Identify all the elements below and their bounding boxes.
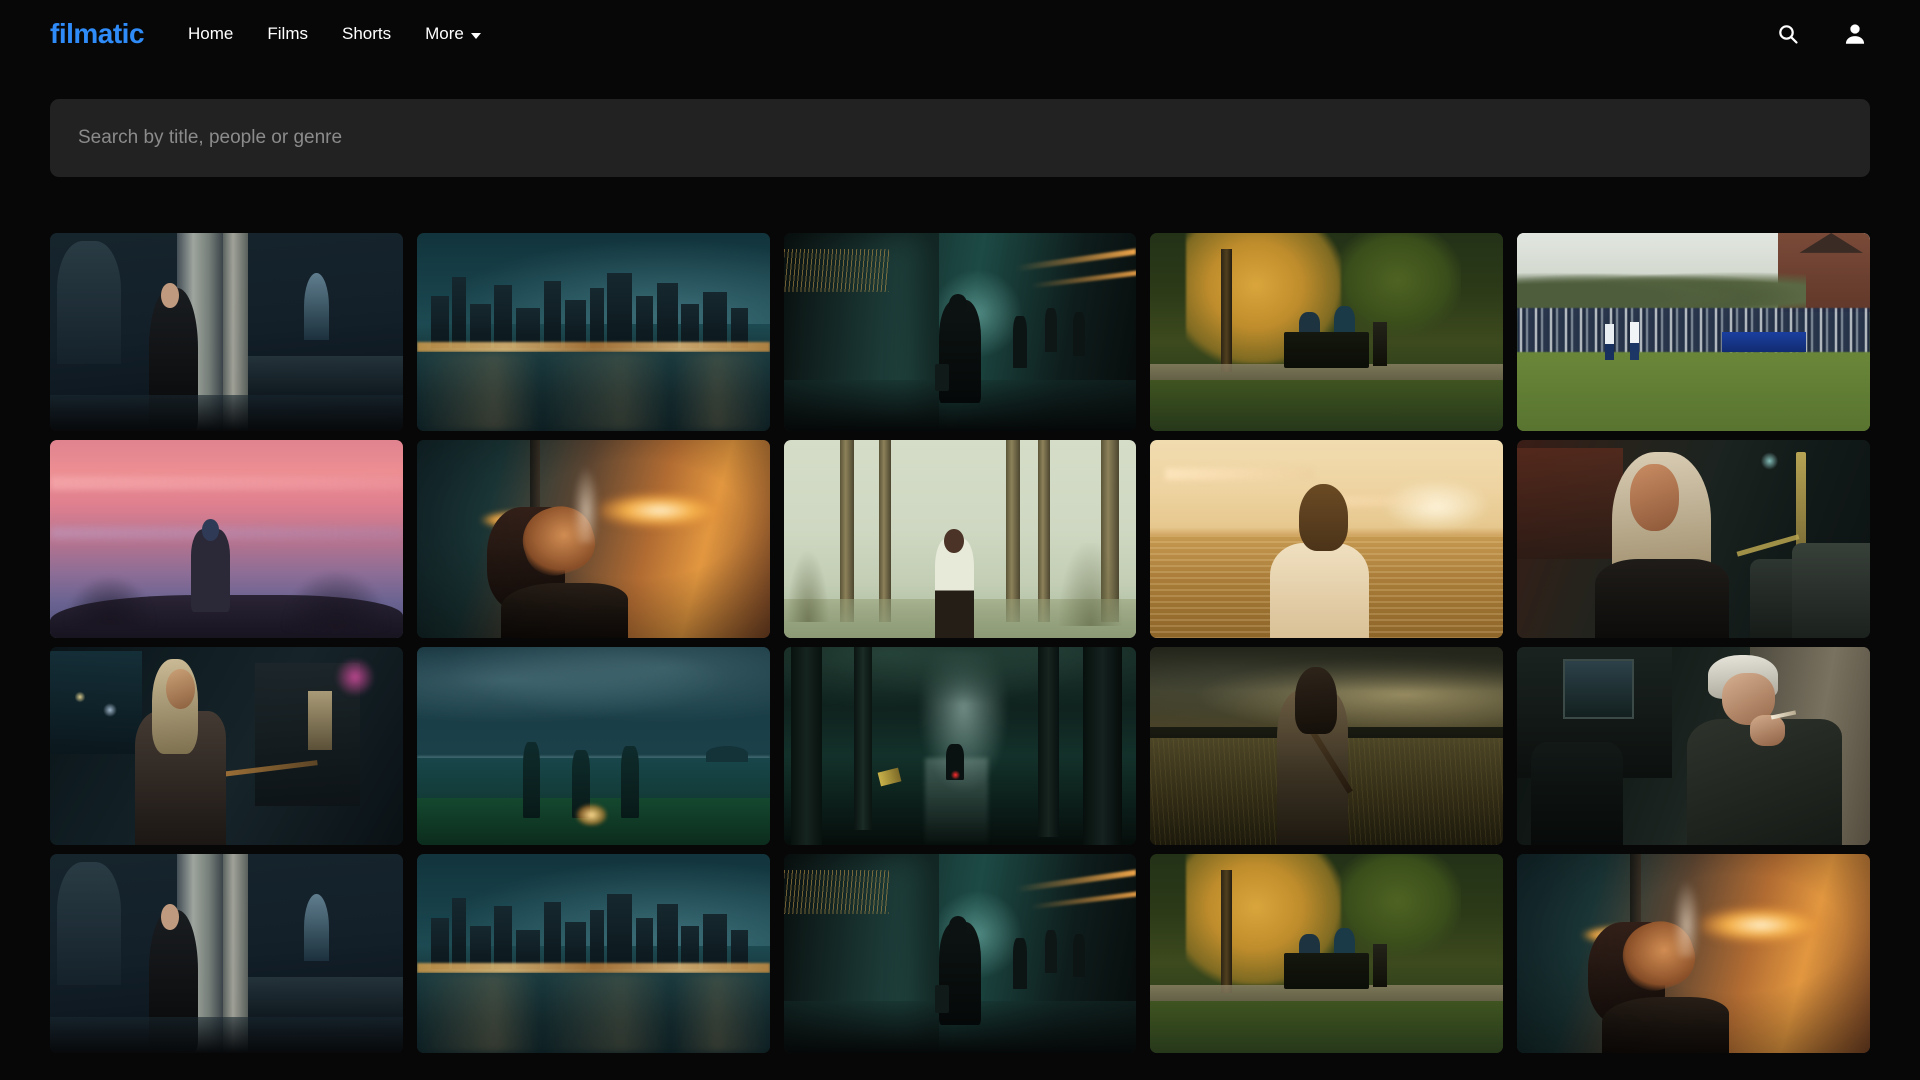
film-thumbnail-image <box>50 233 403 432</box>
film-thumbnail-image <box>416 233 770 432</box>
film-card[interactable] <box>1517 647 1870 846</box>
film-card[interactable] <box>50 440 403 639</box>
film-thumbnail-image <box>416 647 770 846</box>
account-icon-button[interactable] <box>1842 21 1868 47</box>
film-card[interactable] <box>783 647 1137 846</box>
search-icon-button[interactable] <box>1776 22 1800 46</box>
film-thumbnail-image <box>416 854 770 1053</box>
film-card[interactable] <box>416 233 770 432</box>
brand-logo[interactable]: filmatic <box>50 18 145 50</box>
film-thumbnail-image <box>1150 233 1504 432</box>
film-card[interactable] <box>50 647 403 846</box>
nav-link-home[interactable]: Home <box>188 24 233 44</box>
film-thumbnail-image <box>1517 854 1870 1053</box>
primary-nav: Home Films Shorts More <box>188 24 481 44</box>
film-card[interactable] <box>1150 854 1504 1053</box>
nav-link-shorts[interactable]: Shorts <box>342 24 391 44</box>
film-thumbnail-image <box>1150 440 1504 639</box>
film-card[interactable] <box>416 854 770 1053</box>
search-section <box>0 68 1920 177</box>
film-thumbnail-image <box>783 854 1137 1053</box>
film-card[interactable] <box>1517 854 1870 1053</box>
nav-actions <box>1776 21 1880 47</box>
film-thumbnail-image <box>1150 854 1504 1053</box>
film-thumbnail-image <box>416 440 770 639</box>
film-thumbnail-image <box>1517 440 1870 639</box>
film-card[interactable] <box>783 854 1137 1053</box>
film-thumbnail-image <box>783 233 1137 432</box>
search-icon <box>1776 22 1800 46</box>
nav-link-shorts-label: Shorts <box>342 24 392 43</box>
film-card[interactable] <box>783 440 1137 639</box>
nav-link-more-label: More <box>425 24 464 43</box>
chevron-down-icon <box>470 32 481 39</box>
film-thumbnail-image <box>1517 233 1870 432</box>
film-thumbnail-image <box>50 854 403 1053</box>
account-icon <box>1842 21 1868 47</box>
film-card[interactable] <box>1150 647 1504 846</box>
film-card[interactable] <box>783 233 1137 432</box>
film-thumbnail-image <box>1150 647 1504 846</box>
film-card[interactable] <box>416 440 770 639</box>
film-card[interactable] <box>50 233 403 432</box>
search-input[interactable] <box>50 99 1870 177</box>
film-thumbnail-grid <box>0 233 1920 1053</box>
film-thumbnail-image <box>1517 647 1870 846</box>
film-card[interactable] <box>1517 233 1870 432</box>
film-card[interactable] <box>1150 440 1504 639</box>
nav-link-films-label: Films <box>267 24 308 43</box>
nav-link-home-label: Home <box>188 24 234 43</box>
film-card[interactable] <box>1517 440 1870 639</box>
nav-link-films[interactable]: Films <box>267 24 308 44</box>
film-card[interactable] <box>50 854 403 1053</box>
film-thumbnail-image <box>783 647 1137 846</box>
film-thumbnail-image <box>50 440 403 639</box>
film-card[interactable] <box>1150 233 1504 432</box>
top-navigation-bar: filmatic Home Films Shorts More <box>0 0 1920 68</box>
film-thumbnail-image <box>783 440 1137 639</box>
film-thumbnail-image <box>50 647 403 846</box>
film-card[interactable] <box>416 647 770 846</box>
nav-link-more[interactable]: More <box>425 24 481 44</box>
